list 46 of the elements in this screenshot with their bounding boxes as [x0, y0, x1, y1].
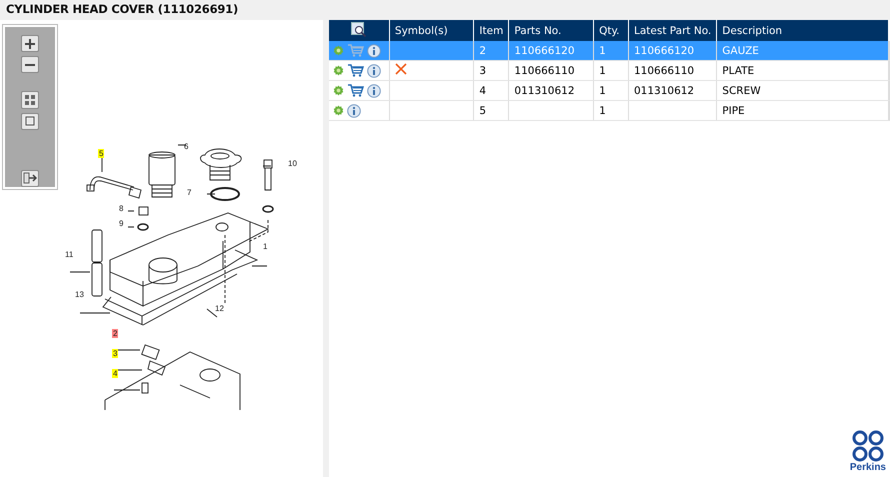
- gear-icon[interactable]: [333, 65, 344, 76]
- table-cell: 5: [474, 100, 509, 120]
- column-header[interactable]: Parts No.: [508, 20, 594, 41]
- cart-icon[interactable]: [347, 84, 364, 97]
- callout-label[interactable]: 8: [118, 204, 124, 213]
- zoom-in-button[interactable]: [21, 35, 39, 52]
- parts-row[interactable]: 5 1 PIPE: [329, 100, 890, 120]
- column-header[interactable]: Latest Part No.: [628, 20, 717, 41]
- callout-label[interactable]: 5: [98, 149, 104, 158]
- column-header[interactable]: Symbol(s): [389, 20, 474, 41]
- column-header[interactable]: Qty.: [594, 20, 628, 41]
- search-icon[interactable]: [350, 22, 367, 36]
- fit-view-button[interactable]: [21, 91, 39, 109]
- callout-label[interactable]: 11: [64, 250, 74, 259]
- plus-icon: [24, 38, 36, 50]
- callout-label[interactable]: 3: [112, 349, 118, 358]
- callout-label[interactable]: 4: [112, 369, 118, 378]
- parts-row[interactable]: 3 110666110 1 110666110 PLATE: [329, 60, 890, 80]
- callout-label[interactable]: 12: [214, 304, 225, 313]
- cart-icon[interactable]: [347, 64, 364, 77]
- callout-label[interactable]: 7: [186, 188, 192, 197]
- actual-size-button[interactable]: [21, 112, 39, 130]
- callout-label[interactable]: 2: [112, 329, 118, 338]
- export-button[interactable]: [21, 170, 39, 188]
- page-title: CYLINDER HEAD COVER (111026691): [5, 1, 240, 18]
- callout-label[interactable]: 13: [74, 290, 85, 299]
- table-cell: PIPE: [716, 100, 888, 120]
- brand-logo-text: Perkins: [850, 462, 886, 473]
- callout-label[interactable]: 1: [262, 242, 268, 251]
- export-icon: [23, 172, 37, 184]
- knot-logo-icon: [850, 430, 886, 462]
- parts-row[interactable]: 4 011310612 1 011310612 SCREW: [329, 80, 890, 100]
- info-icon[interactable]: [347, 104, 361, 118]
- callout-label[interactable]: 9: [118, 219, 124, 228]
- grid-icon: [24, 94, 36, 106]
- callout-label[interactable]: 10: [287, 159, 298, 168]
- table-cell: 1: [594, 100, 628, 120]
- column-header[interactable]: Description: [716, 20, 888, 41]
- gear-icon[interactable]: [333, 105, 344, 116]
- column-header[interactable]: Item: [474, 20, 509, 41]
- info-icon[interactable]: [367, 84, 381, 98]
- info-icon[interactable]: [367, 64, 381, 78]
- zoom-out-button[interactable]: [21, 56, 39, 74]
- info-icon[interactable]: [367, 44, 381, 58]
- gear-icon[interactable]: [333, 85, 344, 96]
- square-icon: [24, 115, 36, 128]
